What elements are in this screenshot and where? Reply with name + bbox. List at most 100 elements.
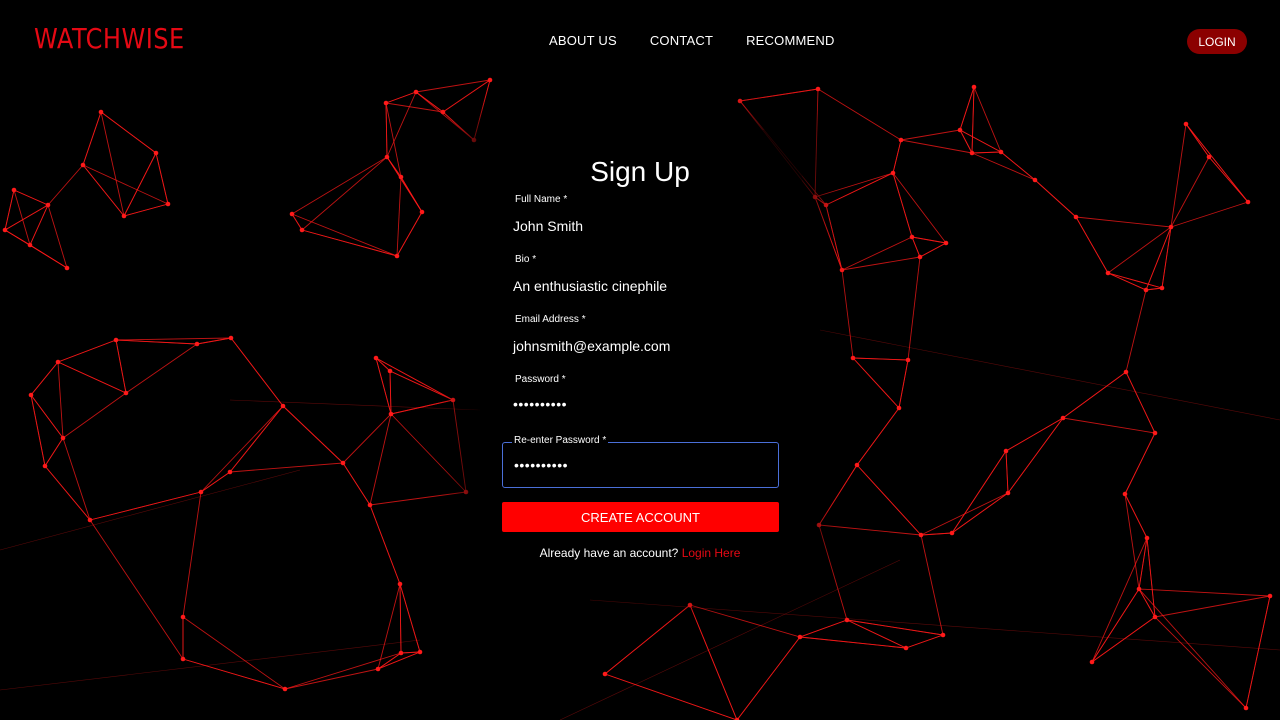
email-value: johnsmith@example.com: [513, 338, 671, 354]
network-line: [971, 151, 1002, 154]
network-line: [920, 532, 953, 536]
network-node: [450, 397, 456, 403]
network-line: [852, 357, 900, 409]
network-node: [1105, 270, 1111, 276]
network-line: [125, 343, 198, 394]
network-line: [57, 361, 64, 439]
network-line: [818, 464, 858, 526]
network-line: [559, 559, 901, 720]
network-node: [394, 253, 400, 259]
network-line: [29, 204, 49, 246]
login-here-link[interactable]: Login Here: [682, 546, 741, 560]
network-line: [229, 462, 344, 473]
network-line: [1062, 371, 1127, 419]
network-node: [419, 209, 425, 215]
network-line: [291, 213, 398, 257]
nav-recommend[interactable]: RECOMMEND: [746, 33, 834, 48]
network-line: [182, 658, 286, 690]
network-line: [604, 673, 738, 720]
network-line: [1075, 216, 1109, 274]
network-node: [1152, 430, 1158, 436]
network-line: [959, 86, 975, 131]
bio-value: An enthusiastic cinephile: [513, 278, 668, 294]
network-line: [814, 196, 843, 271]
nav-contact[interactable]: CONTACT: [650, 33, 713, 48]
network-line: [1154, 595, 1271, 618]
reenter-password-label: Re-enter Password *: [512, 435, 609, 446]
network-node: [896, 405, 902, 411]
login-prompt-text: Already have an account?: [539, 546, 679, 560]
network-line: [951, 492, 1009, 534]
network-line: [13, 189, 49, 206]
network-line: [375, 357, 392, 415]
network-line: [229, 405, 284, 473]
network-node: [194, 341, 200, 347]
network-node: [55, 359, 61, 365]
network-line: [1124, 432, 1156, 495]
network-node: [905, 357, 911, 363]
network-line: [30, 394, 64, 439]
network-line: [604, 604, 691, 675]
network-node: [1243, 705, 1249, 711]
network-node: [957, 127, 963, 133]
create-account-button[interactable]: CREATE ACCOUNT: [502, 502, 779, 532]
network-node: [823, 202, 829, 208]
network-line: [799, 619, 848, 638]
network-line: [0, 469, 301, 551]
network-line: [230, 337, 284, 407]
network-line: [841, 256, 921, 271]
network-line: [1107, 272, 1147, 291]
network-line: [818, 524, 848, 621]
network-node: [487, 77, 493, 83]
login-button[interactable]: LOGIN: [1187, 29, 1247, 54]
network-line: [182, 616, 286, 690]
network-line: [4, 189, 15, 231]
email-field[interactable]: Email Address * johnsmith@example.com: [502, 314, 779, 368]
network-node: [909, 234, 915, 240]
network-node: [1144, 535, 1150, 541]
network-line: [415, 91, 475, 141]
network-line: [200, 471, 231, 493]
network-line: [386, 91, 417, 158]
network-node: [387, 368, 393, 374]
network-node: [440, 109, 446, 115]
password-field[interactable]: Password * ••••••••••: [502, 374, 779, 428]
full-name-field[interactable]: Full Name * John Smith: [502, 194, 779, 248]
network-line: [342, 462, 371, 506]
network-line: [739, 88, 819, 102]
network-line: [911, 236, 921, 258]
network-line: [1091, 616, 1156, 663]
nav-about-us[interactable]: ABOUT US: [549, 33, 617, 48]
network-line: [817, 88, 902, 141]
network-node: [417, 649, 423, 655]
page: WATCHWISE ABOUT US CONTACT RECOMMEND LOG…: [0, 0, 1280, 720]
network-line: [396, 176, 402, 257]
network-line: [1138, 588, 1247, 709]
network-line: [385, 102, 388, 158]
password-label: Password *: [513, 374, 568, 385]
network-node: [1122, 491, 1128, 497]
network-line: [301, 229, 398, 257]
bio-field[interactable]: Bio * An enthusiastic cinephile: [502, 254, 779, 308]
network-node: [797, 634, 803, 640]
network-line: [115, 339, 198, 345]
network-node: [180, 614, 186, 620]
network-node: [282, 686, 288, 692]
network-node: [64, 265, 70, 271]
network-node: [383, 100, 389, 106]
network-line: [284, 668, 379, 690]
network-node: [918, 532, 924, 538]
brand-logo[interactable]: WATCHWISE: [34, 22, 185, 55]
network-line: [1005, 417, 1064, 452]
network-node: [687, 602, 693, 608]
network-node: [2, 227, 8, 233]
network-line: [62, 437, 91, 521]
network-line: [841, 269, 854, 359]
network-node: [903, 645, 909, 651]
network-node: [42, 463, 48, 469]
network-node: [289, 211, 295, 217]
reenter-password-field[interactable]: Re-enter Password * ••••••••••: [502, 435, 779, 488]
network-line: [229, 399, 481, 411]
network-line: [44, 437, 64, 467]
network-line: [369, 491, 467, 506]
